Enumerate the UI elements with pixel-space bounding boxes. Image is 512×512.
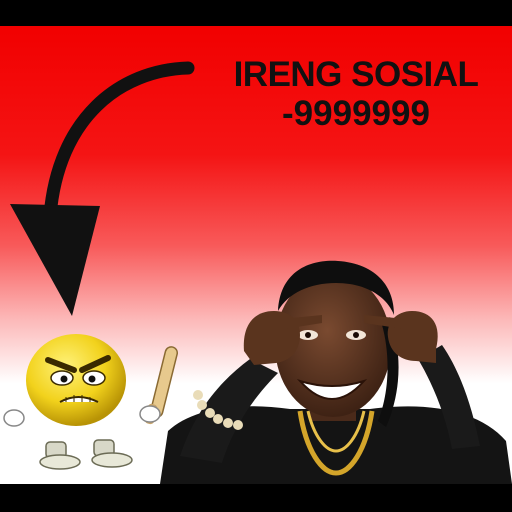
meme-frame: IRENG SOSIAL -9999999 xyxy=(0,26,512,484)
man-pointing-head-icon xyxy=(160,260,512,484)
bottom-letterbox xyxy=(0,484,512,512)
shoes-icon xyxy=(39,439,133,470)
